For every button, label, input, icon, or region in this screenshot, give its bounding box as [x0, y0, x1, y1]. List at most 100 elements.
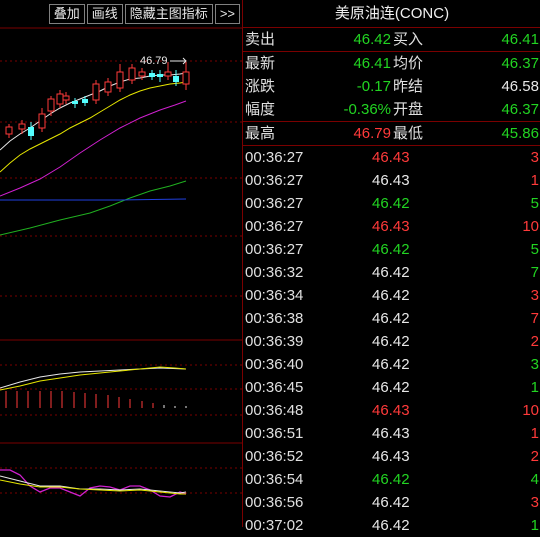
- trade-volume: 2: [530, 333, 539, 350]
- trade-time: 00:36:40: [245, 356, 304, 373]
- trade-volume: 4: [530, 471, 539, 488]
- quote-value: -0.17: [356, 78, 391, 95]
- trade-row[interactable]: 00:36:48 46.43 10: [243, 399, 540, 422]
- trade-time: 00:36:27: [245, 218, 304, 235]
- trade-price: 46.43: [372, 402, 410, 419]
- quote-value: 46.42: [353, 31, 391, 48]
- trade-time: 00:36:38: [245, 310, 304, 327]
- trade-row[interactable]: 00:36:27 46.43 10: [243, 215, 540, 238]
- trade-time: 00:36:45: [245, 379, 304, 396]
- trade-row[interactable]: 00:36:32 46.42 7: [243, 261, 540, 284]
- quote-value: 46.58: [501, 78, 539, 95]
- candle: [182, 62, 190, 90]
- trade-time: 00:36:52: [245, 448, 304, 465]
- trade-time: 00:36:27: [245, 241, 304, 258]
- trade-price: 46.42: [372, 356, 410, 373]
- trade-time: 00:36:34: [245, 287, 304, 304]
- quote-row: 最新 46.41 均价 46.37: [243, 52, 540, 75]
- quote-summary: 卖出 46.42 买入 46.41 最新 46.41 均价 46.37 涨跌 -0.17 昨结 46.…: [243, 28, 540, 146]
- trade-price: 46.43: [372, 425, 410, 442]
- trade-time: 00:36:32: [245, 264, 304, 281]
- trade-volume: 3: [530, 149, 539, 166]
- trade-volume: 1: [530, 425, 539, 442]
- candle: [116, 64, 124, 92]
- quote-row: 幅度 -0.36% 开盘 46.37: [243, 98, 540, 122]
- trade-time: 00:36:56: [245, 494, 304, 511]
- indicator-line-magenta: [0, 469, 187, 498]
- tick-trade-list[interactable]: 00:36:27 46.43 3 00:36:27 46.43 1 00:36:27 46.4…: [243, 146, 540, 537]
- quote-value: 46.41: [353, 55, 391, 72]
- trade-price: 46.42: [372, 264, 410, 281]
- trade-volume: 10: [522, 218, 539, 235]
- overlay-button[interactable]: 叠加: [48, 4, 85, 24]
- kline-chart-area[interactable]: 46.79 叠加 画线 隐藏主图指标 >>: [0, 0, 242, 527]
- quote-value: 46.37: [501, 101, 539, 118]
- trade-price: 46.43: [372, 448, 410, 465]
- trade-row[interactable]: 00:36:52 46.43 2: [243, 445, 540, 468]
- trade-row[interactable]: 00:36:45 46.42 1: [243, 376, 540, 399]
- volume-ma-yellow: [0, 366, 187, 391]
- candle: [62, 92, 70, 104]
- trade-row[interactable]: 00:36:56 46.42 3: [243, 491, 540, 514]
- quote-label: 均价: [393, 55, 424, 72]
- trade-row[interactable]: 00:36:54 46.42 4: [243, 468, 540, 491]
- ma60-line: [0, 198, 187, 201]
- chart-toolbar: 叠加 画线 隐藏主图指标 >>: [48, 4, 240, 24]
- candlesticks: [5, 62, 190, 140]
- trade-time: 00:36:51: [245, 425, 304, 442]
- hide-indicator-button[interactable]: 隐藏主图指标: [124, 4, 213, 24]
- trade-row[interactable]: 00:36:27 46.43 1: [243, 169, 540, 192]
- quote-row: 涨跌 -0.17 昨结 46.58: [243, 75, 540, 98]
- trade-row[interactable]: 00:37:02 46.42 1: [243, 514, 540, 537]
- candle: [72, 98, 78, 108]
- trade-row[interactable]: 00:36:51 46.43 1: [243, 422, 540, 445]
- trade-volume: 1: [530, 172, 539, 189]
- more-button[interactable]: >>: [214, 4, 240, 24]
- trade-volume: 3: [530, 356, 539, 373]
- trade-time: 00:36:27: [245, 195, 304, 212]
- trade-volume: 5: [530, 241, 539, 258]
- trade-volume: 1: [530, 379, 539, 396]
- trade-row[interactable]: 00:36:27 46.42 5: [243, 238, 540, 261]
- candle: [38, 108, 46, 132]
- trade-row[interactable]: 00:36:39 46.42 2: [243, 330, 540, 353]
- quote-row: 最高 46.79 最低 45.86: [243, 122, 540, 145]
- quote-label: 涨跌: [245, 78, 276, 95]
- candle: [92, 80, 100, 104]
- trade-row[interactable]: 00:36:38 46.42 7: [243, 307, 540, 330]
- trade-row[interactable]: 00:36:40 46.42 3: [243, 353, 540, 376]
- trade-price: 46.42: [372, 195, 410, 212]
- trade-volume: 7: [530, 310, 539, 327]
- trade-price: 46.42: [372, 333, 410, 350]
- trade-price: 46.42: [372, 517, 410, 534]
- quote-value: -0.36%: [343, 101, 391, 118]
- trade-volume: 10: [522, 402, 539, 419]
- trade-price: 46.42: [372, 379, 410, 396]
- quote-label: 昨结: [393, 78, 424, 95]
- trade-volume: 1: [530, 517, 539, 534]
- peak-price-label: 46.79: [140, 55, 168, 67]
- trade-row[interactable]: 00:36:27 46.42 5: [243, 192, 540, 215]
- trade-row[interactable]: 00:36:34 46.42 3: [243, 284, 540, 307]
- quote-value: 46.41: [501, 31, 539, 48]
- quote-label: 开盘: [393, 101, 424, 118]
- trade-row[interactable]: 00:36:27 46.43 3: [243, 146, 540, 169]
- trade-price: 46.42: [372, 471, 410, 488]
- quote-label: 最高: [245, 125, 276, 142]
- candle: [104, 78, 112, 96]
- kline-chart-svg[interactable]: 46.79: [0, 0, 242, 527]
- trade-volume: 2: [530, 448, 539, 465]
- trade-volume: 7: [530, 264, 539, 281]
- draw-line-button[interactable]: 画线: [86, 4, 123, 24]
- trade-volume: 3: [530, 287, 539, 304]
- trade-time: 00:36:39: [245, 333, 304, 350]
- volume-bars: [5, 391, 187, 408]
- quote-row: 卖出 46.42 买入 46.41: [243, 28, 540, 52]
- quote-value: 46.37: [501, 55, 539, 72]
- trade-time: 00:36:27: [245, 172, 304, 189]
- trade-price: 46.42: [372, 310, 410, 327]
- trade-time: 00:36:27: [245, 149, 304, 166]
- candle: [128, 64, 136, 84]
- quote-value: 46.79: [353, 125, 391, 142]
- trade-price: 46.42: [372, 287, 410, 304]
